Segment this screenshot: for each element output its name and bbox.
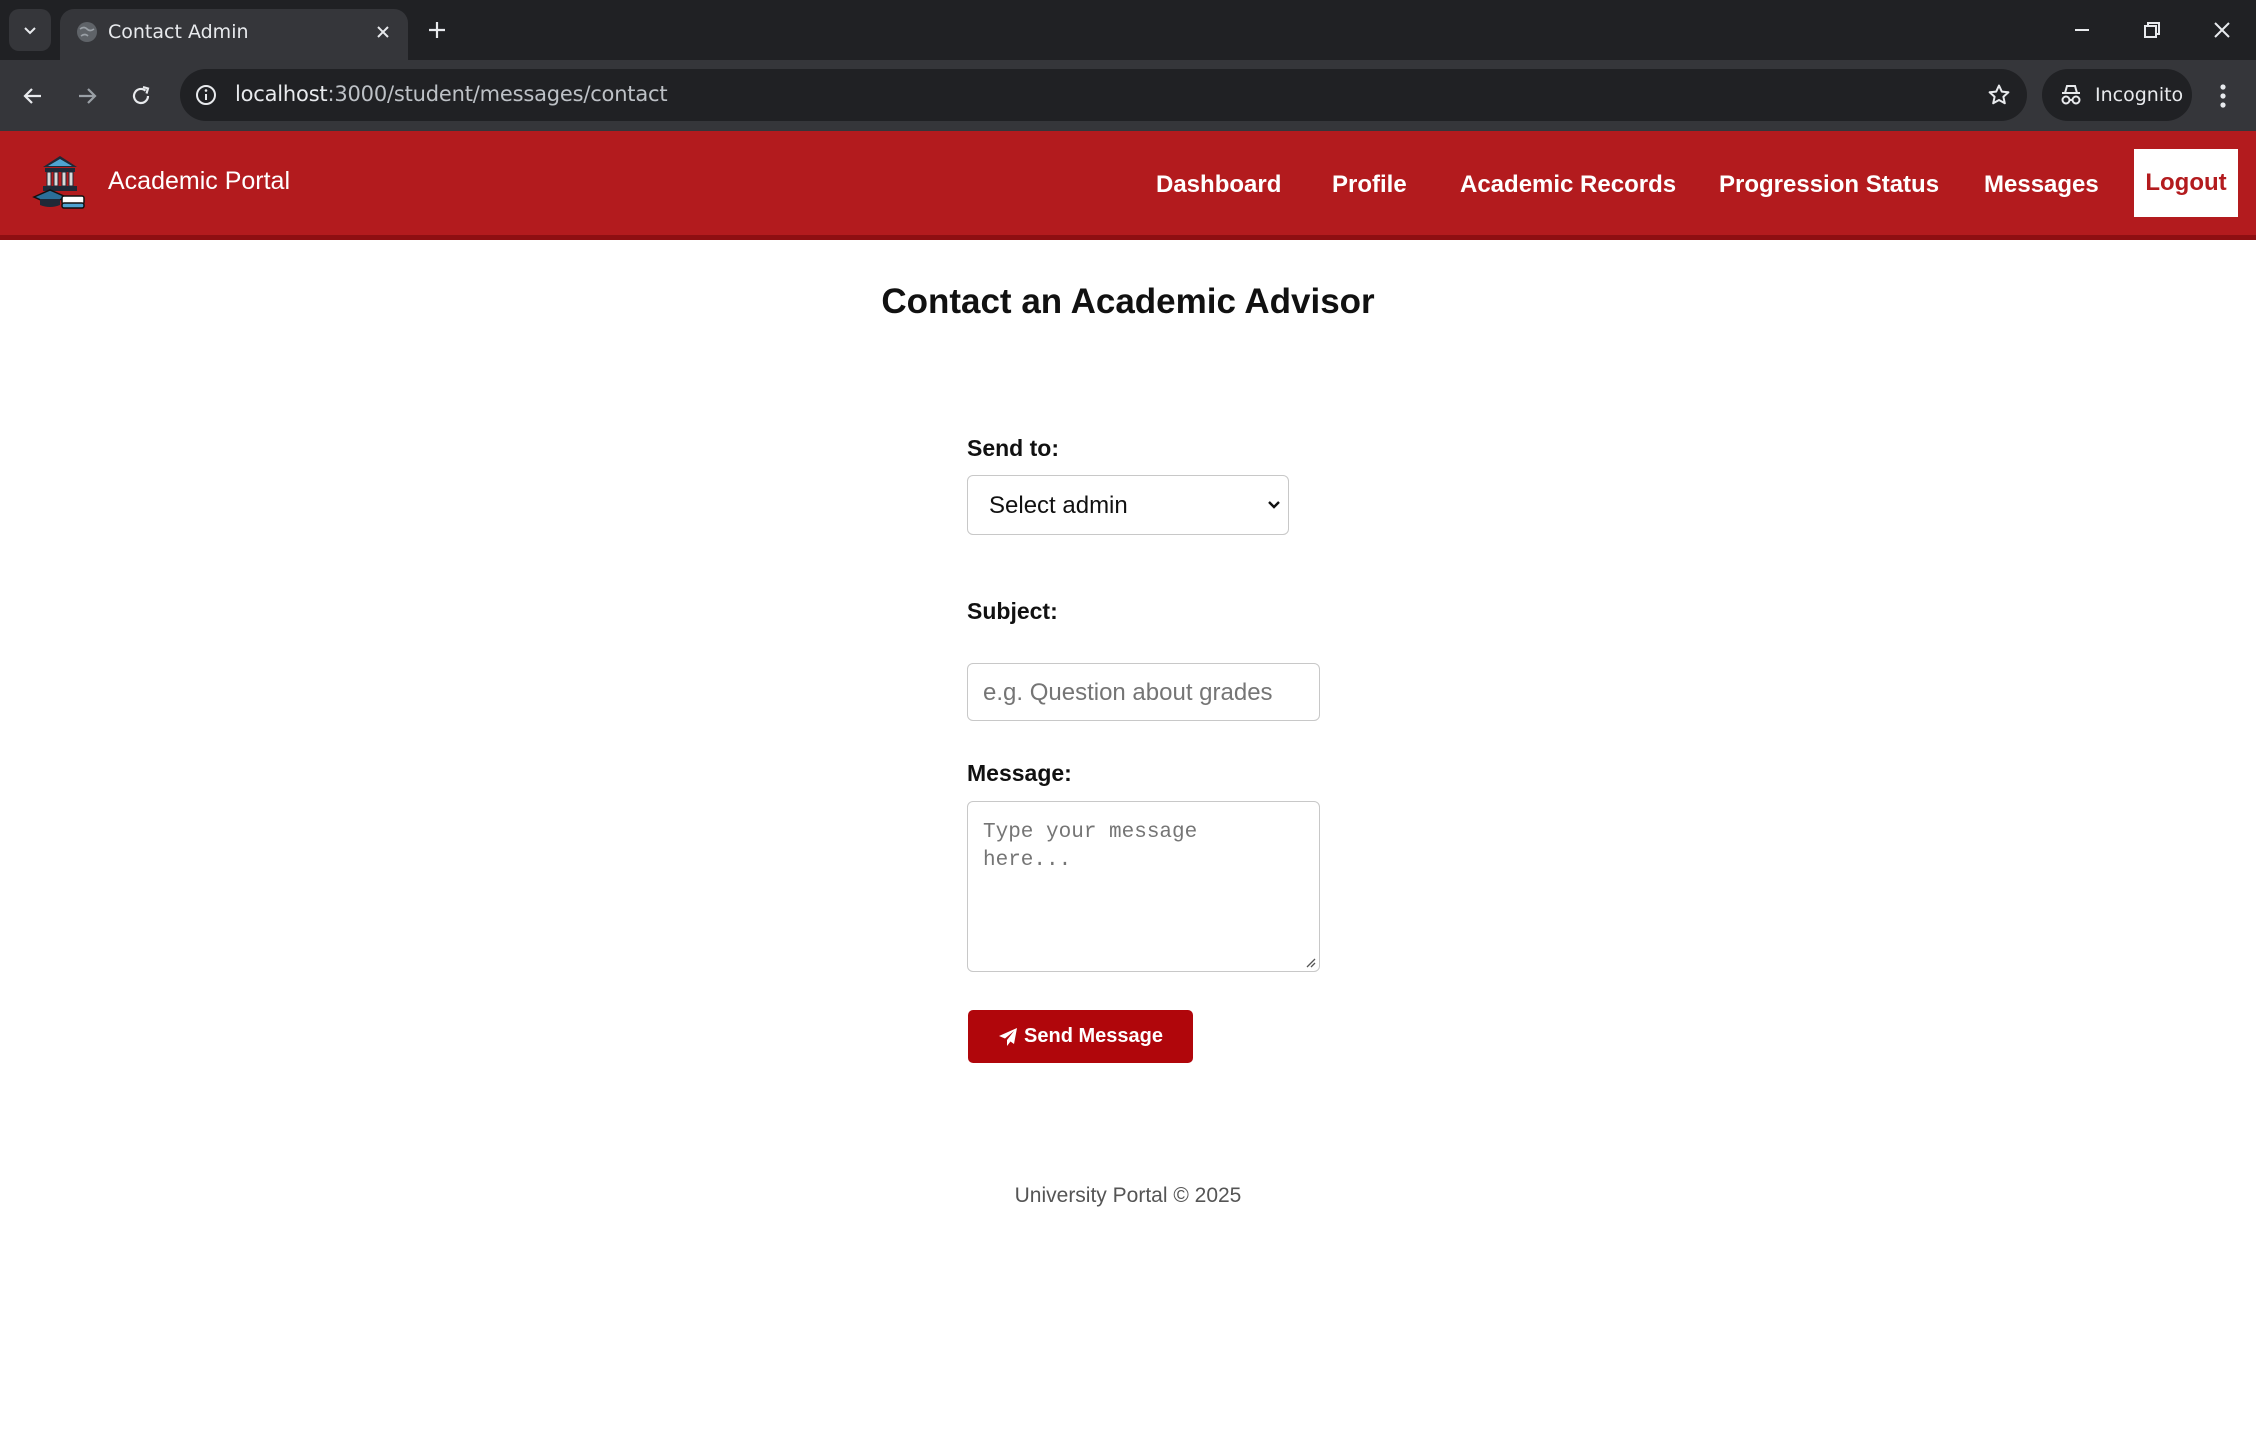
reload-icon — [132, 85, 150, 105]
minimize-button[interactable] — [2064, 12, 2100, 48]
plus-icon — [429, 22, 445, 38]
logout-button[interactable]: Logout — [2134, 149, 2238, 217]
url-host: localhost — [235, 82, 328, 106]
star-icon[interactable] — [1985, 81, 2013, 109]
message-placeholder: Type your message here... — [983, 821, 1198, 872]
send-to-label: Send to: — [967, 435, 1059, 461]
nav-academic-records[interactable]: Academic Records — [1460, 171, 1676, 199]
close-icon[interactable] — [370, 19, 396, 45]
incognito-label: Incognito — [2095, 84, 2184, 106]
send-message-button[interactable]: Send Message — [968, 1010, 1193, 1063]
brand[interactable]: Academic Portal — [32, 153, 290, 209]
send-message-label: Send Message — [1024, 1025, 1163, 1047]
url-path: :3000/student/messages/contact — [327, 82, 668, 106]
address-bar[interactable]: localhost:3000/student/messages/contact — [180, 69, 2027, 121]
browser-tabstrip: Contact Admin — [0, 0, 2256, 60]
university-building-icon — [32, 156, 85, 209]
back-button[interactable] — [13, 76, 53, 116]
admin-select[interactable]: Select admin — [967, 475, 1289, 535]
url-text: localhost:3000/student/messages/contact — [235, 82, 668, 106]
restore-button[interactable] — [2134, 12, 2170, 48]
forward-button[interactable] — [67, 76, 107, 116]
incognito-indicator[interactable]: Incognito — [2042, 69, 2192, 121]
browser-menu-button[interactable] — [2208, 76, 2238, 116]
resize-grip-icon[interactable] — [1304, 956, 1316, 968]
back-arrow-icon — [23, 88, 41, 104]
admin-select-value: Select admin — [989, 492, 1128, 519]
subject-label: Subject: — [967, 598, 1058, 624]
message-label: Message: — [967, 760, 1072, 786]
restore-icon — [2144, 22, 2160, 38]
chevron-down-icon — [24, 27, 36, 35]
nav-dashboard[interactable]: Dashboard — [1156, 171, 1281, 199]
forward-arrow-icon — [79, 88, 97, 104]
globe-icon — [77, 22, 97, 42]
subject-input[interactable]: e.g. Question about grades — [967, 663, 1320, 721]
nav-messages[interactable]: Messages — [1984, 171, 2099, 199]
chevron-down-icon — [1268, 501, 1280, 509]
browser-tab[interactable]: Contact Admin — [60, 9, 408, 60]
tab-title: Contact Admin — [108, 21, 249, 43]
window-close-button[interactable] — [2204, 12, 2240, 48]
browser-toolbar: localhost:3000/student/messages/contact … — [0, 60, 2256, 131]
minimize-icon — [2075, 29, 2089, 31]
app-header: Academic Portal Dashboard Profile Academ… — [0, 131, 2256, 240]
page-title: Contact an Academic Advisor — [881, 282, 1375, 321]
nav-profile[interactable]: Profile — [1332, 171, 1407, 199]
new-tab-button[interactable] — [420, 13, 454, 47]
page-footer: University Portal © 2025 — [1014, 1184, 1242, 1207]
reload-button[interactable] — [121, 76, 161, 116]
brand-name: Academic Portal — [108, 166, 291, 195]
kebab-menu-icon — [2220, 84, 2226, 108]
paper-plane-icon — [999, 1027, 1018, 1046]
nav-progression-status[interactable]: Progression Status — [1719, 171, 1939, 199]
close-icon — [2214, 22, 2230, 38]
message-textarea[interactable]: Type your message here... — [967, 801, 1320, 972]
tab-search-button[interactable] — [9, 9, 51, 51]
incognito-icon — [2061, 85, 2081, 105]
info-icon[interactable] — [192, 81, 220, 109]
subject-placeholder: e.g. Question about grades — [983, 679, 1273, 706]
